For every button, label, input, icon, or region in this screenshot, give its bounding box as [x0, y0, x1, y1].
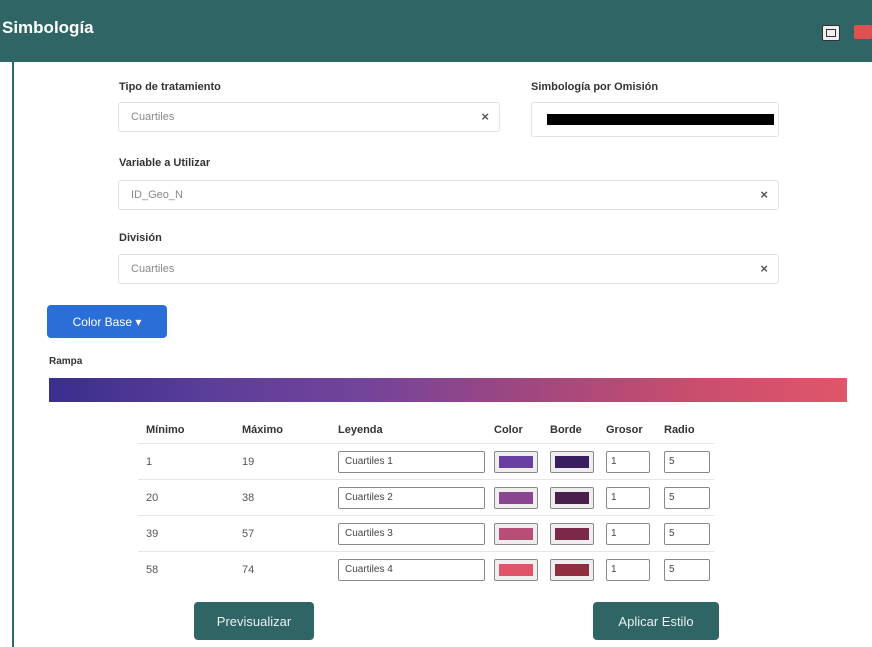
fill-color-swatch [499, 563, 533, 576]
border-color-picker[interactable] [550, 558, 594, 581]
fill-color-picker[interactable] [494, 450, 538, 473]
row-min: 39 [138, 515, 242, 552]
ramp-label: Rampa [49, 356, 83, 367]
row-min: 1 [138, 443, 242, 480]
row-max: 19 [242, 443, 338, 480]
variable-label: Variable a Utilizar [119, 157, 211, 169]
tipo-select[interactable]: Cuartiles × [118, 102, 500, 132]
fill-color-picker[interactable] [494, 558, 538, 581]
radius-input[interactable] [664, 558, 710, 581]
preview-button[interactable]: Previsualizar [194, 602, 314, 640]
row-max: 57 [242, 515, 338, 552]
legend-input[interactable] [338, 522, 485, 545]
border-color-swatch [555, 563, 589, 576]
color-ramp[interactable] [49, 378, 847, 402]
border-color-picker[interactable] [550, 522, 594, 545]
fill-color-swatch [499, 455, 533, 468]
fill-color-picker[interactable] [494, 486, 538, 509]
variable-select[interactable]: ID_Geo_N × [118, 180, 779, 210]
border-color-swatch [555, 491, 589, 504]
table-row: 1 19 [138, 443, 714, 480]
stroke-width-input[interactable] [606, 450, 650, 473]
tipo-label: Tipo de tratamiento [119, 81, 221, 93]
window-title: Simbología [2, 18, 94, 37]
table-header-row: Mínimo Máximo Leyenda Color Borde Grosor… [138, 417, 714, 444]
border-color-picker[interactable] [550, 450, 594, 473]
border-color-swatch [555, 527, 589, 540]
fill-color-swatch [499, 527, 533, 540]
omision-color-bar [547, 114, 774, 125]
radius-input[interactable] [664, 450, 710, 473]
header-border: Borde [550, 424, 582, 436]
fill-color-swatch [499, 491, 533, 504]
table-row: 58 74 [138, 551, 714, 587]
stroke-width-input[interactable] [606, 522, 650, 545]
close-icon[interactable] [854, 25, 872, 39]
division-select[interactable]: Cuartiles × [118, 254, 779, 284]
header-color: Color [494, 424, 523, 436]
apply-style-button[interactable]: Aplicar Estilo [593, 602, 719, 640]
rules-table: Mínimo Máximo Leyenda Color Borde Grosor… [138, 417, 714, 587]
radius-input[interactable] [664, 522, 710, 545]
radius-input[interactable] [664, 486, 710, 509]
row-min: 20 [138, 479, 242, 516]
legend-input[interactable] [338, 558, 485, 581]
division-label: División [119, 232, 162, 244]
omision-label: Simbología por Omisión [531, 81, 659, 93]
header-radius: Radio [664, 424, 695, 436]
tipo-value: Cuartiles [131, 111, 175, 123]
header-legend: Leyenda [338, 424, 383, 436]
header-width: Grosor [606, 424, 643, 436]
legend-input[interactable] [338, 486, 485, 509]
variable-clear-icon[interactable]: × [760, 187, 768, 202]
row-min: 58 [138, 551, 242, 587]
omision-color-picker[interactable] [531, 102, 779, 137]
header-max: Máximo [242, 424, 283, 436]
legend-input[interactable] [338, 450, 485, 473]
fill-color-picker[interactable] [494, 522, 538, 545]
border-color-swatch [555, 455, 589, 468]
header-min: Mínimo [146, 424, 185, 436]
window-titlebar: Simbología [0, 0, 872, 62]
color-base-button[interactable]: Color Base ▾ [47, 305, 167, 338]
stroke-width-input[interactable] [606, 486, 650, 509]
table-row: 39 57 [138, 515, 714, 552]
tipo-clear-icon[interactable]: × [481, 109, 489, 124]
row-max: 74 [242, 551, 338, 587]
restore-icon[interactable] [822, 25, 840, 41]
row-max: 38 [242, 479, 338, 516]
border-color-picker[interactable] [550, 486, 594, 509]
division-clear-icon[interactable]: × [760, 261, 768, 276]
window-left-border [12, 62, 14, 647]
table-row: 20 38 [138, 479, 714, 516]
variable-value: ID_Geo_N [131, 189, 183, 201]
division-value: Cuartiles [131, 263, 175, 275]
stroke-width-input[interactable] [606, 558, 650, 581]
